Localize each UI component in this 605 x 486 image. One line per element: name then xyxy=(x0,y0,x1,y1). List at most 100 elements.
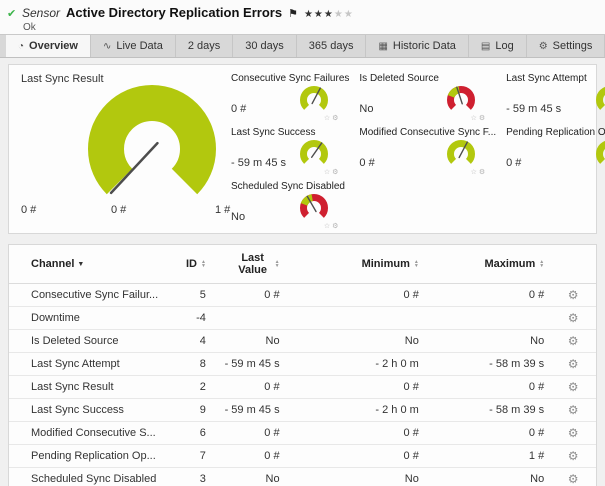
gauge-icons: ☆ ⚙ xyxy=(324,114,339,122)
gauge-card[interactable]: Is Deleted Source No ☆ ⚙ xyxy=(359,73,496,124)
status-ok-check-icon: ✔ xyxy=(7,8,17,20)
star-icon[interactable]: ★ xyxy=(324,9,334,20)
big-gauge-dial[interactable] xyxy=(64,73,244,213)
gauge-value: 0 # xyxy=(231,103,247,115)
channel-settings-icon[interactable]: ⚙ xyxy=(568,472,579,486)
log-icon: ▤ xyxy=(480,40,491,52)
settings-icon: ⚙ xyxy=(538,40,548,52)
maximum-cell: - 58 m 39 s xyxy=(424,398,551,422)
gauge-card[interactable]: Scheduled Sync Disabled No ☆ ⚙ xyxy=(231,181,349,232)
gauge-card[interactable]: Pending Replication Operatio...0 #☆⚙ xyxy=(506,127,605,178)
gauge-card[interactable]: Modified Consecutive Sync F... 0 # ☆ ⚙ xyxy=(359,127,496,178)
tab-label: Log xyxy=(495,40,514,52)
table-row: Downtime -4 ⚙ xyxy=(9,306,596,330)
tab-30-days[interactable]: 30 days xyxy=(233,35,297,57)
channel-id-cell: 4 xyxy=(164,329,212,353)
gauge-dial xyxy=(593,139,605,171)
gauge-card[interactable]: Last Sync Attempt- 59 m 45 s☆⚙ xyxy=(506,73,605,124)
gauge-svg xyxy=(300,194,329,218)
maximum-cell xyxy=(424,306,551,330)
last-value-cell: 0 # xyxy=(211,444,286,468)
pin-icon[interactable]: ☆ xyxy=(324,114,330,122)
table-row: Last Sync Result 2 0 #0 #0 # ⚙ xyxy=(9,375,596,399)
gauge-icons: ☆ ⚙ xyxy=(324,168,339,176)
last-value-cell: No xyxy=(211,467,286,486)
pin-icon[interactable]: ☆ xyxy=(471,114,477,122)
page-title: Active Directory Replication Errors xyxy=(66,5,283,20)
channel-id-cell: 6 xyxy=(164,421,212,445)
gauge-svg xyxy=(300,140,329,164)
tab-label: Live Data xyxy=(116,40,163,52)
flag-icon[interactable]: ⚑ xyxy=(288,7,298,20)
column-header-min[interactable]: Minimum ▲ ▼ xyxy=(285,245,425,284)
channel-settings-icon[interactable]: ⚙ xyxy=(568,380,579,394)
tab-log[interactable]: ▤ Log xyxy=(469,35,527,57)
live-data-icon: ∿ xyxy=(102,40,112,52)
channel-settings-icon[interactable]: ⚙ xyxy=(568,288,579,302)
sort-control: ▲ ▼ xyxy=(201,260,206,269)
priority-stars[interactable]: ★★★★★ xyxy=(304,9,354,20)
gear-icon[interactable]: ⚙ xyxy=(332,222,338,230)
gauge-card[interactable]: Last Sync Success - 59 m 45 s ☆ ⚙ xyxy=(231,127,349,178)
pin-icon[interactable]: ☆ xyxy=(471,168,477,176)
gauge-icons: ☆ ⚙ xyxy=(324,222,339,230)
column-header-max[interactable]: Maximum ▲ ▼ xyxy=(424,245,551,284)
gear-icon[interactable]: ⚙ xyxy=(332,168,338,176)
channel-settings-icon[interactable]: ⚙ xyxy=(568,334,579,348)
last-value-cell: - 59 m 45 s xyxy=(211,352,286,376)
channel-settings-icon[interactable]: ⚙ xyxy=(568,403,579,417)
channel-settings-icon[interactable]: ⚙ xyxy=(568,357,579,371)
gauge-dial xyxy=(297,193,331,225)
big-gauge-svg xyxy=(88,85,216,195)
pin-icon[interactable]: ☆ xyxy=(324,222,330,230)
gauge-value: No xyxy=(359,103,374,115)
gear-icon[interactable]: ⚙ xyxy=(332,114,338,122)
tab-label: 365 days xyxy=(308,40,354,52)
star-icon[interactable]: ★ xyxy=(304,9,314,20)
channel-id-cell: 7 xyxy=(164,444,212,468)
star-icon[interactable]: ★ xyxy=(314,9,324,20)
gauge-dial xyxy=(444,85,478,117)
gauge-svg xyxy=(447,140,476,164)
channel-name-cell: Is Deleted Source xyxy=(9,329,165,353)
gear-icon[interactable]: ⚙ xyxy=(479,168,485,176)
gauge-svg xyxy=(447,86,476,110)
column-label: Maximum xyxy=(484,258,536,271)
last-value-cell xyxy=(211,306,286,330)
tab-2-days[interactable]: 2 days xyxy=(176,35,234,57)
channel-settings-icon[interactable]: ⚙ xyxy=(568,311,579,325)
tab-live-data[interactable]: ∿ Live Data xyxy=(91,35,176,57)
title-row: Sensor Active Directory Replication Erro… xyxy=(22,5,597,20)
maximum-cell: - 58 m 39 s xyxy=(424,352,551,376)
sort-desc-icon: ▼ xyxy=(274,263,280,269)
gear-icon[interactable]: ⚙ xyxy=(479,114,485,122)
channel-name-cell: Downtime xyxy=(9,306,165,330)
tab-settings[interactable]: ⚙ Settings xyxy=(527,35,605,57)
column-header-channel[interactable]: Channel ▼ xyxy=(9,245,165,284)
sensor-kind-label: Sensor xyxy=(22,6,61,20)
gauge-value: - 59 m 45 s xyxy=(231,157,287,169)
minimum-cell: No xyxy=(285,329,425,353)
gauge-dial xyxy=(297,139,331,171)
channel-settings-icon[interactable]: ⚙ xyxy=(568,426,579,440)
channel-settings-icon[interactable]: ⚙ xyxy=(568,449,579,463)
tab-label: Settings xyxy=(552,40,593,52)
column-label: Channel xyxy=(31,258,75,271)
column-header-id[interactable]: ID ▲ ▼ xyxy=(164,245,212,284)
tab-365-days[interactable]: 365 days xyxy=(297,35,367,57)
channel-actions-cell: ⚙ xyxy=(550,467,596,486)
table-row: Last Sync Success 9- 59 m 45 s- 2 h 0 m- … xyxy=(9,398,596,422)
tab-overview[interactable]: ◔ Overview xyxy=(6,35,91,57)
gauge-value: - 59 m 45 s xyxy=(506,103,562,115)
maximum-cell: 0 # xyxy=(424,283,551,307)
column-header-last[interactable]: Last Value ▲ ▼ xyxy=(211,245,286,284)
star-icon[interactable]: ★ xyxy=(344,9,354,20)
gauge-card[interactable]: Consecutive Sync Failures 0 # ☆ ⚙ xyxy=(231,73,349,124)
pin-icon[interactable]: ☆ xyxy=(324,168,330,176)
tab-label: Overview xyxy=(29,40,78,52)
channel-id-cell: 8 xyxy=(164,352,212,376)
star-icon[interactable]: ★ xyxy=(334,9,344,20)
gauge-value: No xyxy=(231,211,246,223)
tab-historic-data[interactable]: ▦ Historic Data xyxy=(366,35,469,57)
big-gauge-value: 0 # xyxy=(21,204,37,216)
